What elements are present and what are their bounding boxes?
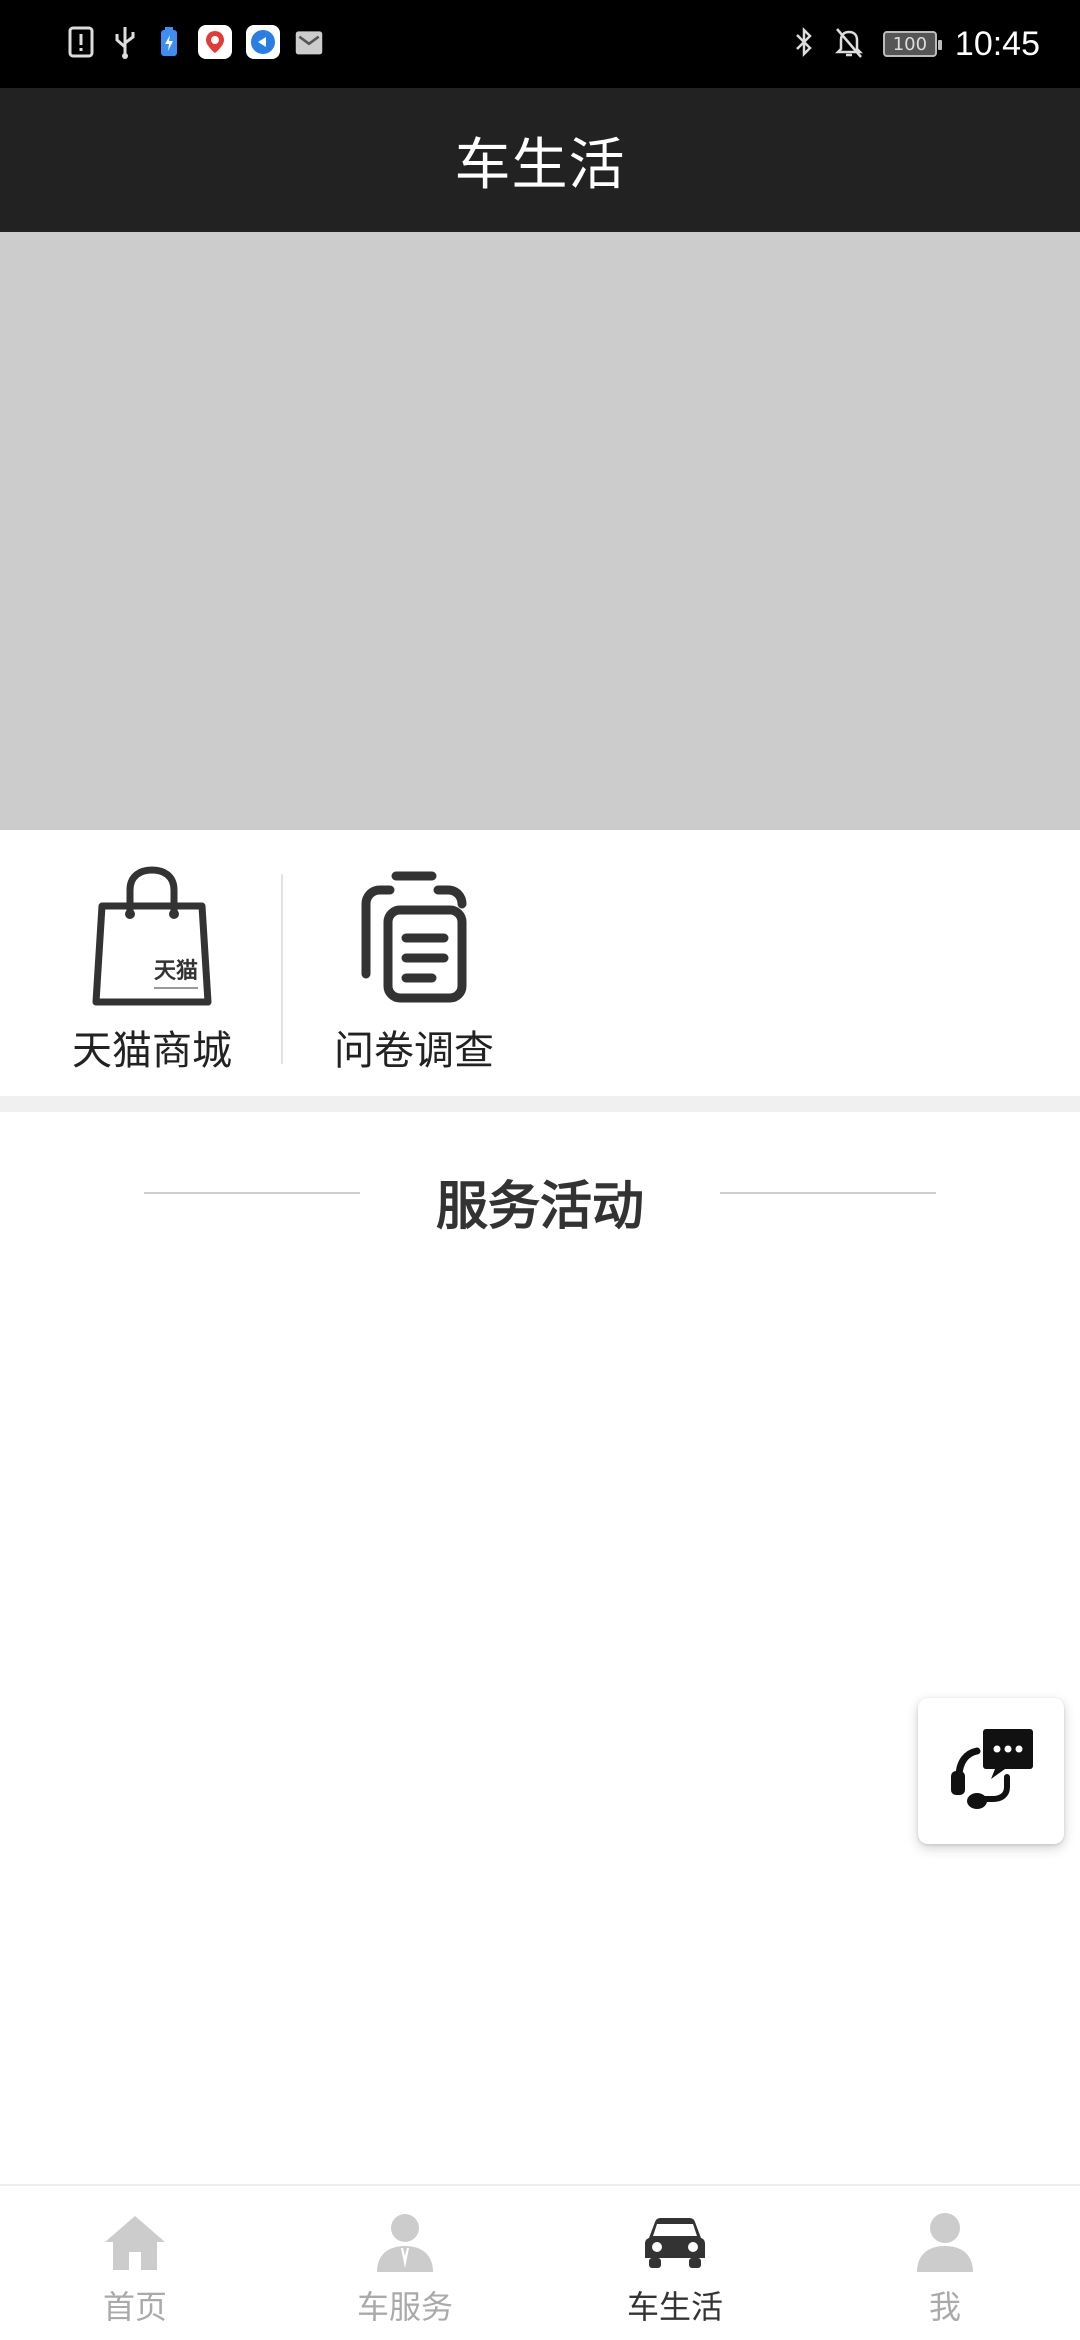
tmall-entry[interactable]: 天猫 天猫商城 [22,830,282,1096]
tab-home-label: 首页 [102,2288,167,2326]
service-person-icon [373,2210,437,2274]
tab-car-life-label: 车生活 [626,2288,723,2326]
car-icon [643,2210,707,2274]
mail-icon [294,24,324,60]
tab-car-service[interactable]: 车服务 [270,2186,540,2340]
status-bar: 100 10:45 [0,0,1080,88]
quick-entries: 天猫 天猫商城 问卷调查 [0,830,1080,1096]
tab-home[interactable]: 首页 [0,2186,270,2340]
survey-label: 问卷调查 [334,1028,494,1074]
bell-off-icon [833,25,865,63]
map-app-icon [198,25,232,59]
browser-app-icon [246,25,280,59]
notification-icons [66,24,324,60]
section-separator [0,1096,1080,1112]
tab-car-service-label: 车服务 [356,2288,453,2326]
home-icon [103,2210,167,2274]
battery-level: 100 [892,33,928,55]
bottom-tab-bar: 首页 车服务 车生活 我 [0,2184,1080,2340]
system-icons: 100 10:45 [793,20,1040,68]
shopping-bag-icon: 天猫 [87,866,217,1006]
survey-entry[interactable]: 问卷调查 [284,830,544,1096]
customer-service-button[interactable] [918,1698,1064,1844]
clipboard-icon [349,866,479,1006]
usb-icon [110,24,140,60]
tmall-label: 天猫商城 [72,1028,232,1074]
clock: 10:45 [954,24,1040,63]
bluetooth-icon [793,25,815,63]
tab-me-label: 我 [928,2288,961,2326]
tab-car-life[interactable]: 车生活 [540,2186,810,2340]
entry-divider [281,874,283,1064]
tab-me[interactable]: 我 [810,2186,1080,2340]
app-header: 车生活 [0,88,1080,232]
user-icon [913,2210,977,2274]
page-title: 车生活 [454,132,626,198]
battery-saver-icon [154,24,184,60]
banner-carousel[interactable] [0,232,1080,830]
alert-file-icon [66,24,96,60]
battery-icon: 100 [882,31,942,57]
tmall-logo-text: 天猫 [154,959,198,984]
section-line-right [720,1192,936,1194]
section-title: 服务活动 [435,1177,644,1237]
service-activity-section: 服务活动 [0,1112,1080,1280]
customer-service-icon [943,1721,1039,1821]
